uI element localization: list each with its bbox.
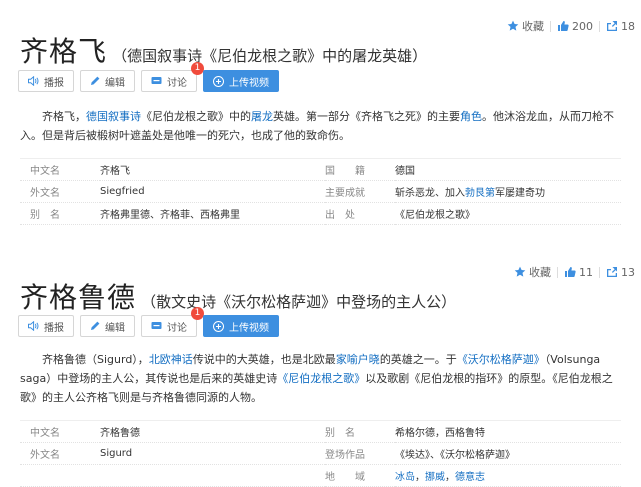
divider (599, 266, 600, 278)
entry-actions: 收藏 11 13 (514, 264, 635, 280)
upload-video-button[interactable]: 上传视频 (203, 315, 279, 337)
favorite-label: 收藏 (529, 266, 551, 279)
entry-title-row: 齐格鲁德 （散文史诗《沃尔松格萨迦》中登场的主人公） (20, 276, 456, 316)
discuss-label: 讨论 (167, 322, 187, 334)
edit-label: 编辑 (105, 322, 125, 334)
info-link[interactable]: 德意志 (455, 472, 485, 483)
entry-sigurd: 收藏 11 13 齐格鲁德 （散文史诗《沃尔松格萨迦》中登场的主人公） 播报 编… (0, 0, 641, 487)
table-row: 外文名 Sigurd 登场作品 《埃达》、《沃尔松格萨迦》 (20, 442, 621, 465)
table-row: 中文名 齐格鲁德 别 名 希格尔德，西格鲁特 (20, 420, 621, 443)
upload-video-label: 上传视频 (229, 322, 269, 334)
page-title: 齐格鲁德 (20, 281, 137, 314)
desc-link[interactable]: 《沃尔松格萨迦》 (457, 353, 545, 366)
favorite-button[interactable]: 收藏 (514, 264, 551, 280)
report-button[interactable]: 播报 (18, 315, 74, 337)
comment-icon (151, 322, 162, 329)
info-key (20, 464, 100, 487)
star-icon (514, 266, 526, 277)
desc-text: 齐格鲁德（Sigurd）， (42, 353, 149, 366)
info-key: 地 域 (325, 464, 395, 487)
info-key: 别 名 (325, 420, 395, 443)
plus-circle-icon (213, 320, 224, 332)
table-row: 地 域 冰岛，挪威，德意志 (20, 464, 621, 487)
info-value: Sigurd (100, 442, 325, 465)
page-subtitle: （散文史诗《沃尔松格萨迦》中登场的主人公） (141, 293, 457, 311)
like-button[interactable]: 11 (564, 266, 593, 279)
share-button[interactable]: 13 (606, 266, 635, 279)
desc-link[interactable]: 家喻户晓 (336, 353, 380, 366)
info-link[interactable]: 冰岛 (395, 472, 415, 483)
report-label: 播报 (44, 322, 64, 334)
info-key: 登场作品 (325, 442, 395, 465)
discuss-button[interactable]: 讨论 1 (141, 307, 204, 337)
entry-description: 齐格鲁德（Sigurd），北欧神话传说中的大英雄，也是北欧最家喻户晓的英雄之一。… (20, 350, 620, 407)
pencil-icon (91, 321, 100, 330)
info-key: 外文名 (20, 442, 100, 465)
info-value: 《埃达》、《沃尔松格萨迦》 (395, 442, 621, 465)
desc-link[interactable]: 《尼伯龙根之歌》 (277, 372, 365, 385)
basic-info-table: 中文名 齐格鲁德 别 名 希格尔德，西格鲁特 外文名 Sigurd 登场作品 《… (20, 420, 621, 487)
info-link[interactable]: 挪威 (425, 472, 445, 483)
like-count: 11 (579, 265, 593, 279)
desc-text: 传说中的大英雄，也是北欧最 (192, 353, 336, 366)
edit-button[interactable]: 编辑 (80, 315, 135, 337)
toolbar: 播报 编辑 讨论 1 上传视频 (18, 307, 279, 337)
share-icon (607, 267, 617, 277)
info-value: 冰岛，挪威，德意志 (395, 464, 621, 487)
divider (557, 266, 558, 278)
desc-link[interactable]: 北欧神话 (149, 353, 193, 366)
speaker-icon (28, 321, 39, 331)
info-key: 中文名 (20, 420, 100, 443)
share-count: 13 (621, 265, 635, 279)
info-value: 齐格鲁德 (100, 420, 325, 443)
desc-text: 的英雄之一。于 (379, 353, 457, 366)
info-text: ， (445, 472, 455, 483)
info-value: 希格尔德，西格鲁特 (395, 420, 621, 443)
info-text: ， (415, 472, 425, 483)
thumbs-up-icon (565, 267, 576, 277)
info-value (100, 464, 325, 487)
